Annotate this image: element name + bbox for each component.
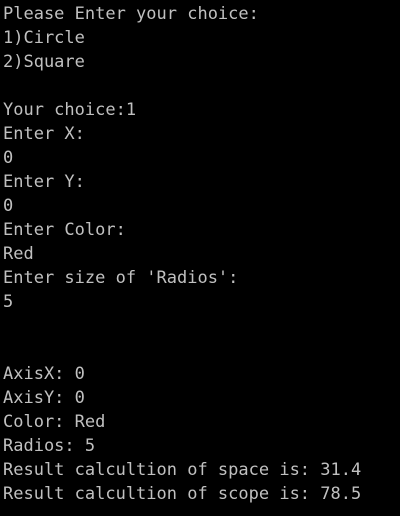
y-input-value: 0 bbox=[3, 196, 14, 216]
menu-option-square: 2)Square bbox=[3, 52, 85, 72]
enter-radios-prompt: Enter size of 'Radios': bbox=[3, 268, 239, 288]
choice-input-line: Your choice:1 bbox=[3, 100, 137, 120]
radios-output: Radios: 5 bbox=[3, 436, 96, 456]
enter-color-prompt: Enter Color: bbox=[3, 220, 126, 240]
color-output: Color: Red bbox=[3, 412, 106, 432]
radios-input-value: 5 bbox=[3, 292, 14, 312]
x-input-value: 0 bbox=[3, 148, 14, 168]
enter-y-prompt: Enter Y: bbox=[3, 172, 85, 192]
console-window[interactable]: Please Enter your choice: 1)Circle 2)Squ… bbox=[0, 0, 400, 516]
color-input-value: Red bbox=[3, 244, 34, 264]
axis-y-output: AxisY: 0 bbox=[3, 388, 85, 408]
menu-option-circle: 1)Circle bbox=[3, 28, 85, 48]
scope-result-output: Result calcultion of scope is: 78.5 bbox=[3, 484, 362, 504]
enter-x-prompt: Enter X: bbox=[3, 124, 85, 144]
space-result-output: Result calcultion of space is: 31.4 bbox=[3, 460, 362, 480]
menu-prompt: Please Enter your choice: bbox=[3, 4, 259, 24]
axis-x-output: AxisX: 0 bbox=[3, 364, 85, 384]
